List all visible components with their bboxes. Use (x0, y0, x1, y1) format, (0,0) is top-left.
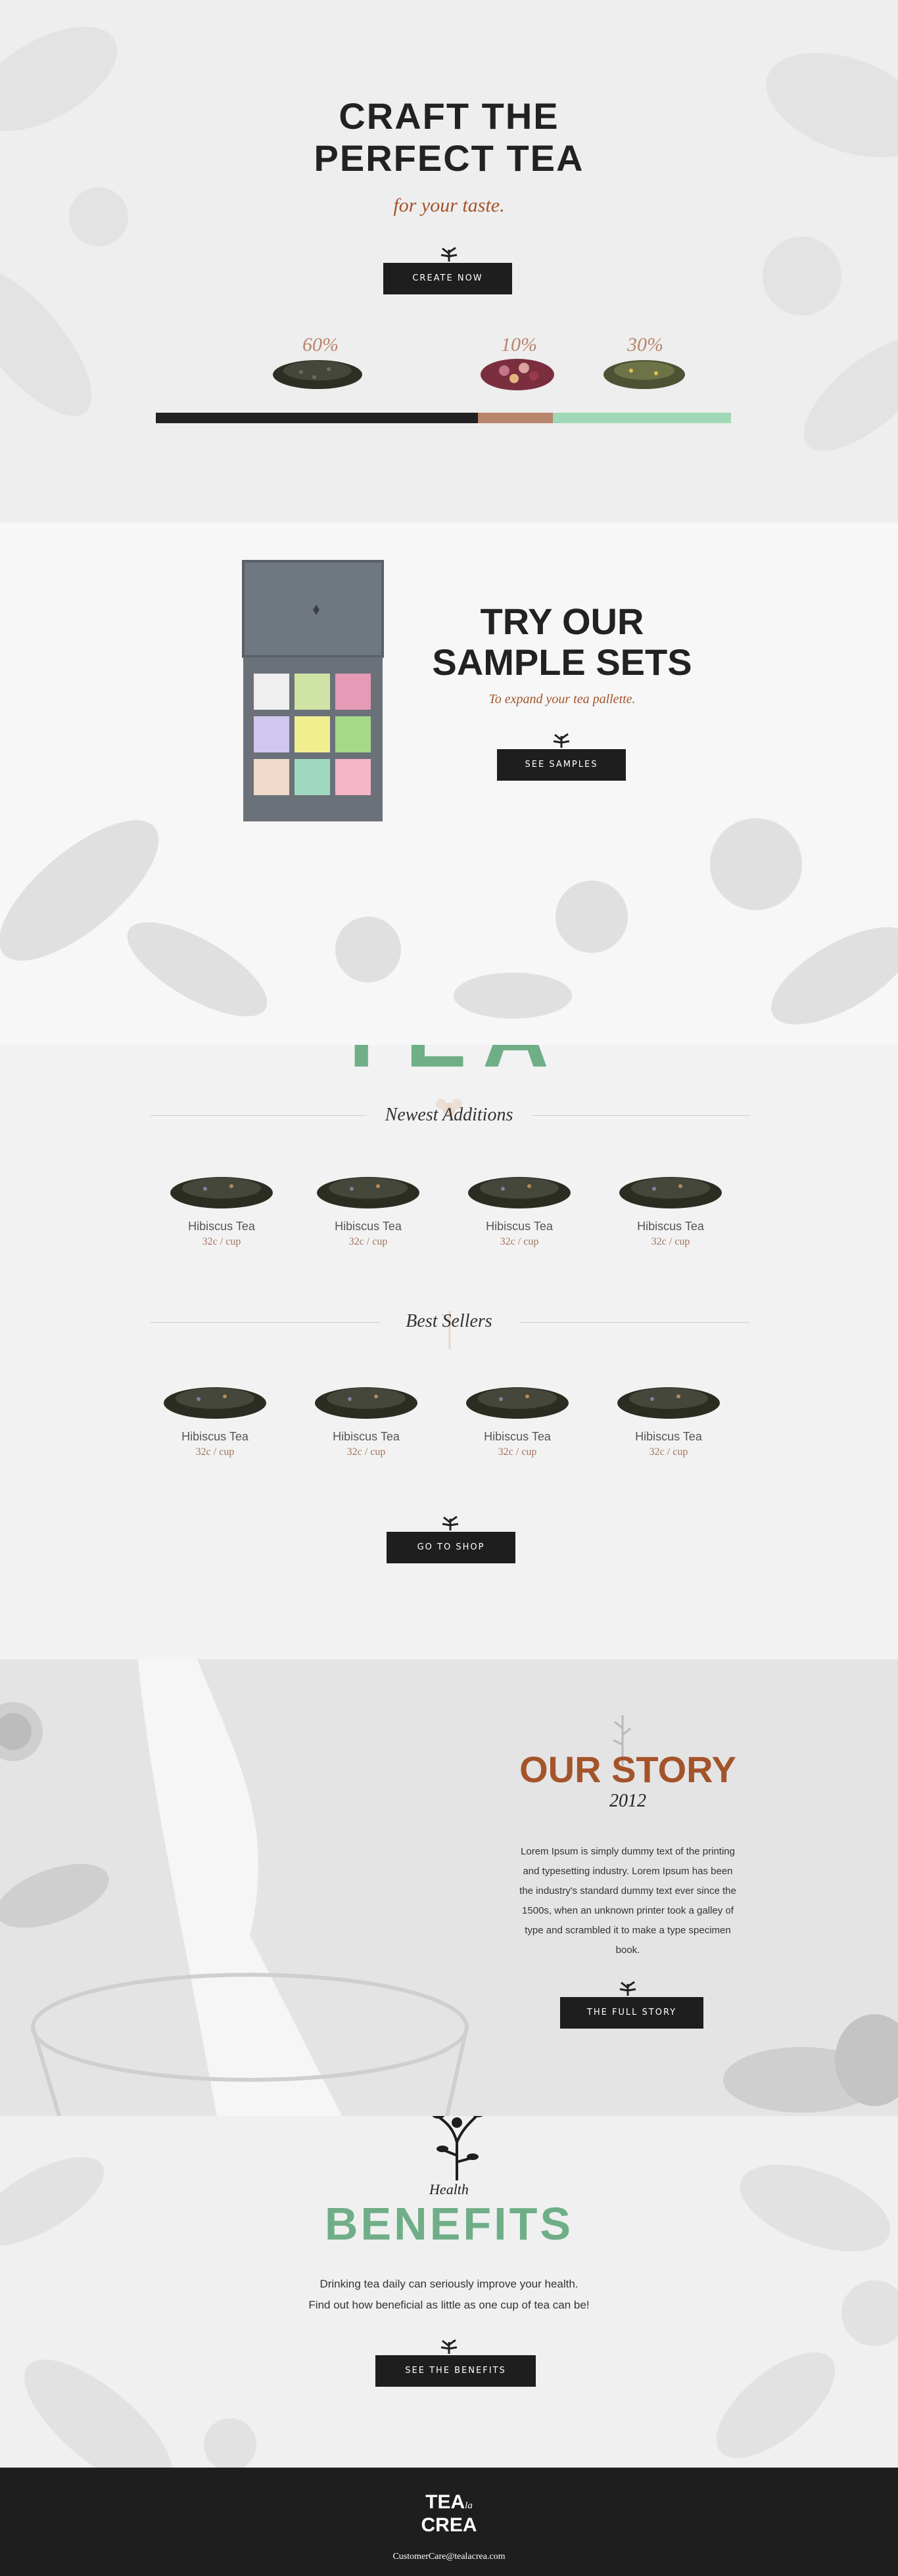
benefits-line2: Find out how beneficial as little as one… (308, 2299, 590, 2311)
tea-leaf-image (468, 1177, 571, 1208)
best-sellers-label: Best Sellers (406, 1311, 492, 1331)
product-card[interactable]: Hibiscus Tea 32c / cup (457, 1166, 582, 1248)
leaf-sprig-icon (442, 1515, 459, 1530)
divider-left (150, 1115, 367, 1116)
product-price: 32c / cup (195, 1446, 235, 1458)
blend-item-1: 60% (268, 334, 367, 393)
tea-shop-section: TEA Newest Additions Hibiscus Tea 32c / … (0, 1045, 898, 1659)
go-to-shop-button[interactable]: GO TO SHOP (387, 1532, 515, 1563)
tea-plant-icon (432, 2116, 483, 2180)
our-story-section: OUR STORY 2012 Lorem Ipsum is simply dum… (0, 1659, 898, 2116)
hero-title-line1: CRAFT THE (339, 95, 559, 137)
product-name: Hibiscus Tea (181, 1430, 248, 1443)
product-card[interactable]: Hibiscus Tea 32c / cup (306, 1166, 431, 1248)
footer: TEAla CREA CustomerCare@tealacrea.com (0, 2468, 898, 2576)
tea-leaf-image (619, 1177, 722, 1208)
product-name: Hibiscus Tea (484, 1430, 551, 1443)
hero-title: CRAFT THE PERFECT TEA (252, 95, 646, 179)
product-price: 32c / cup (202, 1236, 241, 1247)
create-now-button[interactable]: CREATE NOW (383, 263, 512, 294)
newest-additions-label: Newest Additions (385, 1105, 513, 1125)
leaf-sprig-icon (440, 246, 458, 262)
story-year: 2012 (609, 1791, 646, 1811)
sample-box-image (242, 560, 384, 821)
story-title: OUR STORY (519, 1749, 736, 1790)
product-name: Hibiscus Tea (333, 1430, 400, 1443)
product-name: Hibiscus Tea (635, 1430, 702, 1443)
tea-leaf-image (164, 1387, 266, 1419)
tea-leaf-image (315, 1387, 417, 1419)
story-body: Lorem Ipsum is simply dummy text of the … (519, 1846, 736, 1956)
blend-bar-segment-3 (552, 413, 731, 423)
product-card[interactable]: Hibiscus Tea 32c / cup (153, 1377, 277, 1458)
tea-leaf-image (466, 1387, 569, 1419)
divider-right (519, 1322, 749, 1323)
see-benefits-button[interactable]: SEE THE BENEFITS (375, 2355, 536, 2387)
product-name: Hibiscus Tea (335, 1220, 402, 1233)
sample-title-line2: SAMPLE SETS (432, 641, 692, 683)
product-name: Hibiscus Tea (486, 1220, 553, 1233)
product-price: 32c / cup (348, 1236, 388, 1247)
benefits-line1: Drinking tea daily can seriously improve… (319, 2278, 579, 2290)
divider-left (150, 1322, 380, 1323)
leaf-sprig-icon (440, 2339, 458, 2354)
product-price: 32c / cup (500, 1236, 539, 1247)
leaf-sprig-icon (553, 733, 570, 748)
blend-item-3: 30% (598, 334, 690, 393)
footer-logo[interactable]: TEAla CREA (416, 2493, 482, 2535)
green-tea-heap-image (603, 360, 685, 389)
tea-heap-image (273, 360, 362, 389)
product-card[interactable]: Hibiscus Tea 32c / cup (159, 1166, 284, 1248)
tea-leaf-image (317, 1177, 419, 1208)
sample-subtitle: To expand your tea pallette. (488, 692, 636, 706)
footer-email[interactable]: CustomerCare@tealacrea.com (318, 2552, 580, 2562)
product-price: 32c / cup (651, 1236, 690, 1247)
blend-item-2: 10% (475, 334, 560, 393)
tea-heading: TEA (252, 1045, 646, 1084)
tea-leaf-image (170, 1177, 273, 1208)
blend-percent-label: 30% (627, 334, 663, 356)
blend-bar-segment-1 (156, 413, 478, 423)
divider-right (532, 1115, 749, 1116)
flower-heap-image (481, 359, 554, 390)
leaf-sprig-icon (619, 1981, 636, 1996)
product-price: 32c / cup (649, 1446, 688, 1458)
logo-word-la: la (465, 2500, 473, 2511)
product-card[interactable]: Hibiscus Tea 32c / cup (304, 1377, 429, 1458)
blend-bar-segment-2 (478, 413, 553, 423)
see-samples-button[interactable]: SEE SAMPLES (497, 749, 626, 781)
hero-section: CRAFT THE PERFECT TEA for your taste. CR… (0, 0, 898, 522)
product-card[interactable]: Hibiscus Tea 32c / cup (606, 1377, 731, 1458)
full-story-button[interactable]: THE FULL STORY (560, 1997, 703, 2029)
product-card[interactable]: Hibiscus Tea 32c / cup (608, 1166, 733, 1248)
blend-percent-label: 10% (501, 334, 537, 356)
blend-bar (156, 413, 731, 423)
product-name: Hibiscus Tea (637, 1220, 704, 1233)
milk-pour-background (0, 1659, 898, 2116)
product-price: 32c / cup (498, 1446, 537, 1458)
logo-word-crea: CREA (421, 2514, 477, 2536)
sample-title-line1: TRY OUR (480, 601, 644, 642)
benefits-section: Health BENEFITS Drinking tea daily can s… (0, 2116, 898, 2468)
product-name: Hibiscus Tea (188, 1220, 255, 1233)
tea-leaf-image (617, 1387, 720, 1419)
product-card[interactable]: Hibiscus Tea 32c / cup (455, 1377, 580, 1458)
sample-sets-section: TRY OUR SAMPLE SETS To expand your tea p… (0, 522, 898, 1045)
hero-subtitle: for your taste. (393, 195, 505, 216)
benefits-kicker: Health (429, 2181, 469, 2197)
sample-title: TRY OUR SAMPLE SETS (408, 601, 717, 683)
blend-percent-label: 60% (302, 334, 339, 356)
hero-title-line2: PERFECT TEA (314, 137, 584, 179)
logo-word-tea: TEA (425, 2491, 465, 2513)
benefits-title: BENEFITS (324, 2198, 574, 2249)
product-price: 32c / cup (346, 1446, 386, 1458)
